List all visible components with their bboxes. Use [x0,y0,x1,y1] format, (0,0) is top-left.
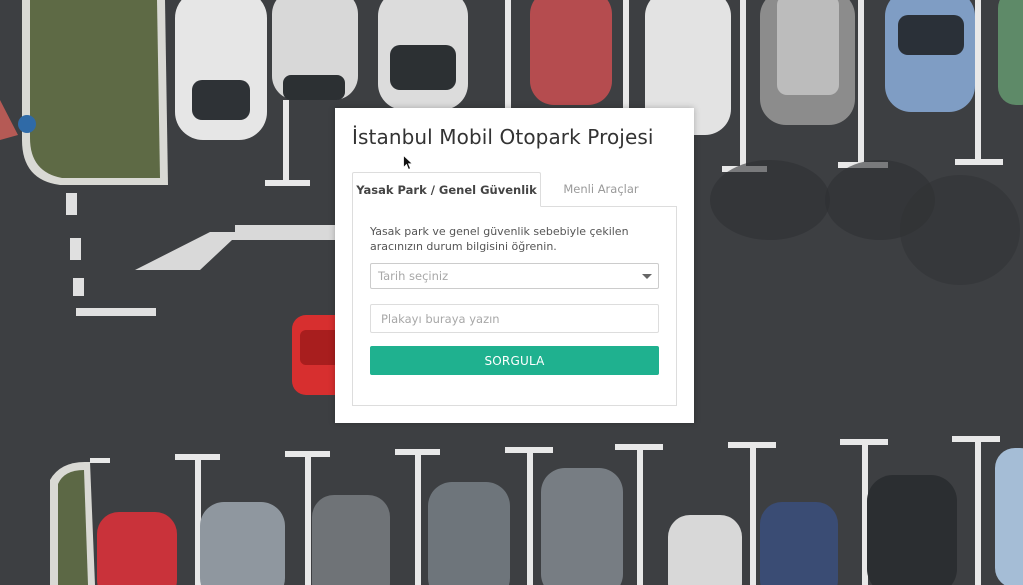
tab-content: Yasak park ve genel güvenlik sebebiyle ç… [352,206,677,406]
chevron-down-icon [642,274,652,279]
query-button[interactable]: SORGULA [370,346,659,375]
tab-menli-araclar[interactable]: Menli Araçlar [541,172,661,206]
date-select[interactable]: Tarih seçiniz [370,263,659,289]
date-select-placeholder: Tarih seçiniz [378,269,449,283]
plate-input[interactable] [370,304,659,333]
query-panel: İstanbul Mobil Otopark Projesi Yasak Par… [335,108,694,423]
tab-bar: Yasak Park / Genel Güvenlik Menli Araçla… [352,172,677,207]
tab-yasak-park[interactable]: Yasak Park / Genel Güvenlik [352,172,541,207]
mouse-cursor-icon [403,155,413,171]
description-text: Yasak park ve genel güvenlik sebebiyle ç… [370,225,629,253]
page-title: İstanbul Mobil Otopark Projesi [352,125,654,149]
